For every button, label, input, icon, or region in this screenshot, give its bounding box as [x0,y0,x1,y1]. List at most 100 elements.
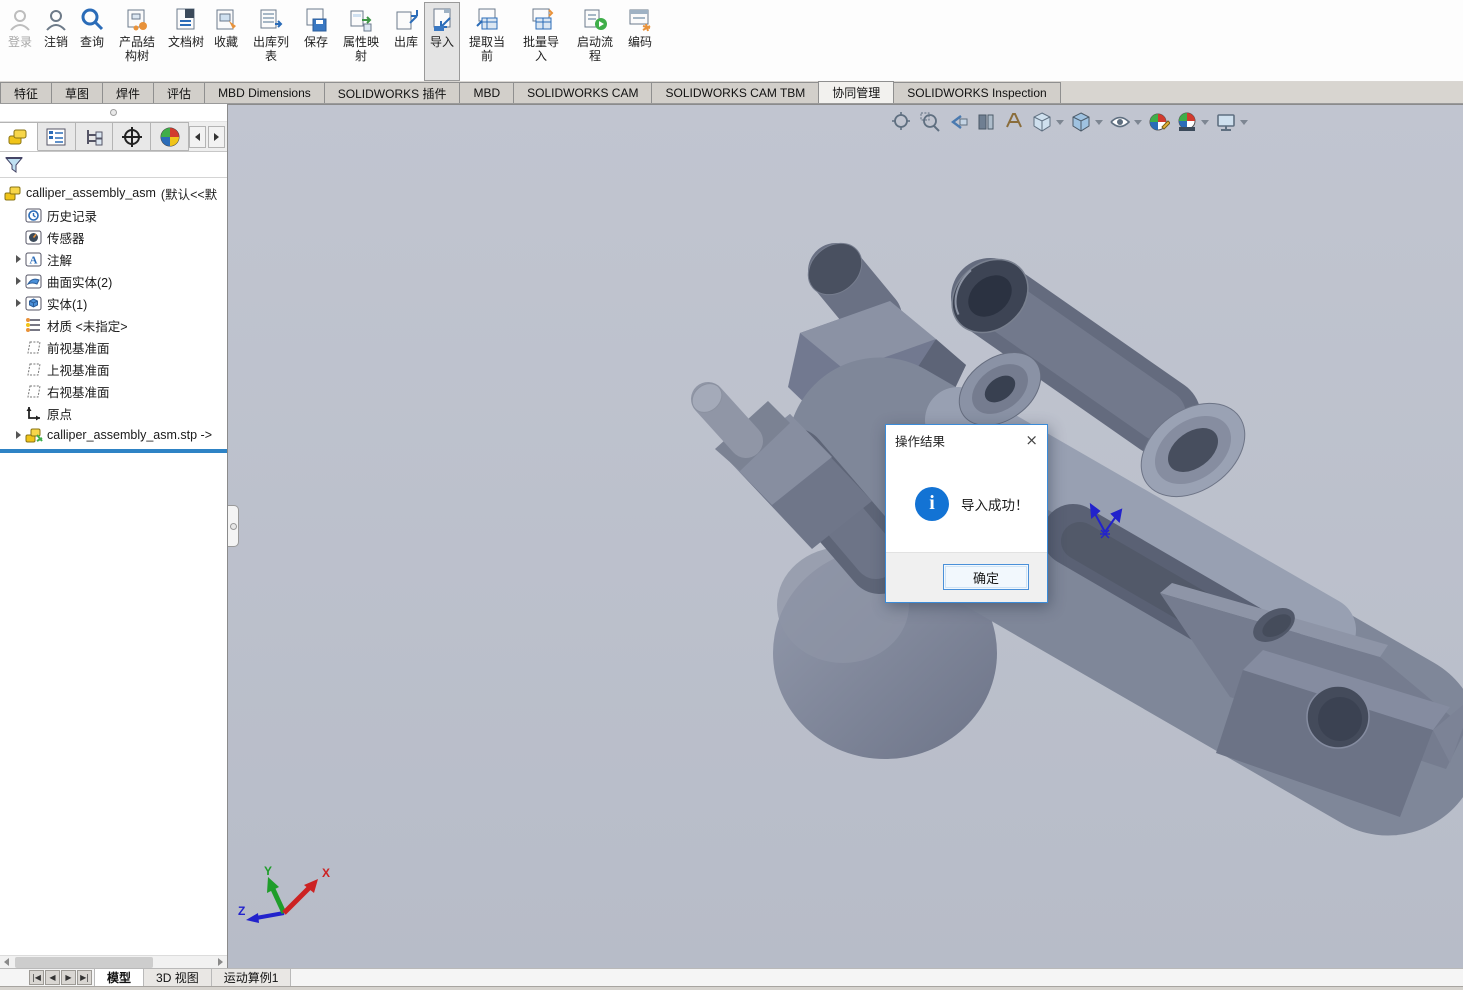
chevron-left-icon [4,958,9,966]
checkout-list-button[interactable]: 出库列表 [244,2,298,81]
annotation-visibility-button[interactable] [1002,110,1026,134]
panel-horizontal-scrollbar[interactable] [0,955,227,968]
tree-item-front-plane[interactable]: 前视基准面 [0,336,227,358]
display-style-button[interactable] [1069,110,1104,134]
section-view-button[interactable] [974,110,998,134]
svg-text:A: A [30,254,38,266]
favorite-button[interactable]: 收藏 [208,2,244,81]
import-button[interactable]: 导入 [424,2,460,81]
first-icon: |◀ [32,974,41,982]
panel-tabs-scroll-left-button[interactable] [189,126,206,148]
checkout-button[interactable]: 出库 [388,2,424,81]
tab-model[interactable]: 模型 [94,969,144,986]
solid-bodies-folder-icon [25,295,43,312]
tab-weldments[interactable]: 焊件 [102,82,154,103]
tab-mbd-dimensions[interactable]: MBD Dimensions [204,82,325,103]
document-tree-label: 文档树 [168,36,204,50]
document-tree-button[interactable]: 文档树 [164,2,208,81]
zoom-fit-button[interactable] [890,110,914,134]
tree-root-assembly[interactable]: calliper_assembly_asm (默认<<默 [0,182,227,204]
expand-arrow-icon[interactable] [12,299,25,307]
tree-item-solid-bodies[interactable]: 实体(1) [0,292,227,314]
query-button[interactable]: 查询 [74,2,110,81]
panel-splitter-horizontal[interactable] [0,104,227,122]
tree-item-surface-bodies[interactable]: 曲面实体(2) [0,270,227,292]
dropdown-arrow-icon [1240,120,1248,125]
monitor-icon [1215,111,1237,133]
tree-item-origin[interactable]: 原点 [0,402,227,424]
tab-solidworks-cam[interactable]: SOLIDWORKS CAM [513,82,652,103]
start-workflow-button[interactable]: 启动流程 [568,2,622,81]
tab-display-manager[interactable] [151,122,189,151]
expand-arrow-icon[interactable] [12,431,25,439]
scroll-right-button[interactable] [214,956,227,969]
tree-item-history[interactable]: 历史记录 [0,204,227,226]
tab-motion-study[interactable]: 运动算例1 [211,969,292,986]
encode-button[interactable]: 编码 [622,2,658,81]
tab-sketch[interactable]: 草图 [51,82,103,103]
panel-collapse-handle[interactable] [228,505,239,547]
tab-feature-manager[interactable] [0,122,38,151]
tab-3d-views[interactable]: 3D 视图 [143,969,212,986]
feature-manager-panel: calliper_assembly_asm (默认<<默 历史记录 传感器 A [0,104,228,968]
tab-features[interactable]: 特征 [0,82,52,103]
tree-item-imported-step[interactable]: calliper_assembly_asm.stp -> [0,424,227,446]
last-tab-button[interactable]: ▶| [77,970,92,985]
tab-collaboration[interactable]: 协同管理 [818,81,894,103]
scrollbar-track[interactable] [13,956,214,969]
tree-item-material[interactable]: 材质 <未指定> [0,314,227,336]
dialog-titlebar[interactable]: 操作结果 × [886,425,1047,455]
ok-button[interactable]: 确定 [943,564,1029,590]
first-tab-button[interactable]: |◀ [29,970,44,985]
dialog-message: 导入成功！ [961,494,1029,514]
tree-item-label: calliper_assembly_asm.stp -> [47,428,212,442]
edit-appearance-button[interactable] [1147,110,1171,134]
previous-view-button[interactable] [946,110,970,134]
product-structure-tree-button[interactable]: 产品结构树 [110,2,164,81]
tree-item-top-plane[interactable]: 上视基准面 [0,358,227,380]
tab-solidworks-inspection[interactable]: SOLIDWORKS Inspection [893,82,1060,103]
view-orientation-button[interactable] [1030,110,1065,134]
tab-solidworks-cam-tbm[interactable]: SOLIDWORKS CAM TBM [651,82,819,103]
property-mapping-button[interactable]: 属性映射 [334,2,388,81]
tree-item-sensors[interactable]: 传感器 [0,226,227,248]
ok-button-label: 确定 [973,568,999,587]
tab-solidworks-addins[interactable]: SOLIDWORKS 插件 [324,82,461,103]
next-tab-button[interactable]: ▶ [61,970,76,985]
splitter-dot-icon [110,109,117,116]
tree-item-right-plane[interactable]: 右视基准面 [0,380,227,402]
expand-arrow-icon[interactable] [12,277,25,285]
scroll-left-button[interactable] [0,956,13,969]
expand-arrow-icon[interactable] [12,255,25,263]
tree-filter-bar[interactable] [0,152,227,178]
save-button[interactable]: 保存 [298,2,334,81]
tree-item-annotations[interactable]: A 注解 [0,248,227,270]
tab-mbd[interactable]: MBD [459,82,514,103]
apply-scene-button[interactable] [1175,110,1210,134]
dropdown-arrow-icon [1201,120,1209,125]
sensor-icon [25,229,43,246]
tab-property-manager[interactable] [38,122,76,151]
tab-configuration-manager[interactable] [76,122,114,151]
calliper-assembly-model[interactable] [228,105,1463,968]
tab-dimxpert-manager[interactable] [113,122,151,151]
scrollbar-thumb[interactable] [15,957,153,968]
extract-current-button[interactable]: 提取当前 [460,2,514,81]
panel-tabs-scroll-right-button[interactable] [208,126,225,148]
command-manager-tabs: 特征 草图 焊件 评估 MBD Dimensions SOLIDWORKS 插件… [0,82,1463,104]
surface-bodies-folder-icon [25,273,43,290]
last-icon: ▶| [80,974,89,982]
graphics-viewport[interactable]: Y X Z 操作结果 × i 导入成功！ 确定 [228,104,1463,968]
batch-import-label: 批量导入 [518,36,564,64]
logout-button[interactable]: 注销 [38,2,74,81]
hide-show-items-button[interactable] [1108,110,1143,134]
zoom-area-button[interactable] [918,110,942,134]
rollback-bar[interactable] [0,449,227,453]
prev-tab-button[interactable]: ◀ [45,970,60,985]
display-manager-icon [158,127,182,147]
batch-import-button[interactable]: 批量导入 [514,2,568,81]
tab-weldments-label: 焊件 [116,85,140,102]
tab-evaluate[interactable]: 评估 [153,82,205,103]
close-icon[interactable]: × [1025,433,1038,448]
view-settings-button[interactable] [1214,110,1249,134]
